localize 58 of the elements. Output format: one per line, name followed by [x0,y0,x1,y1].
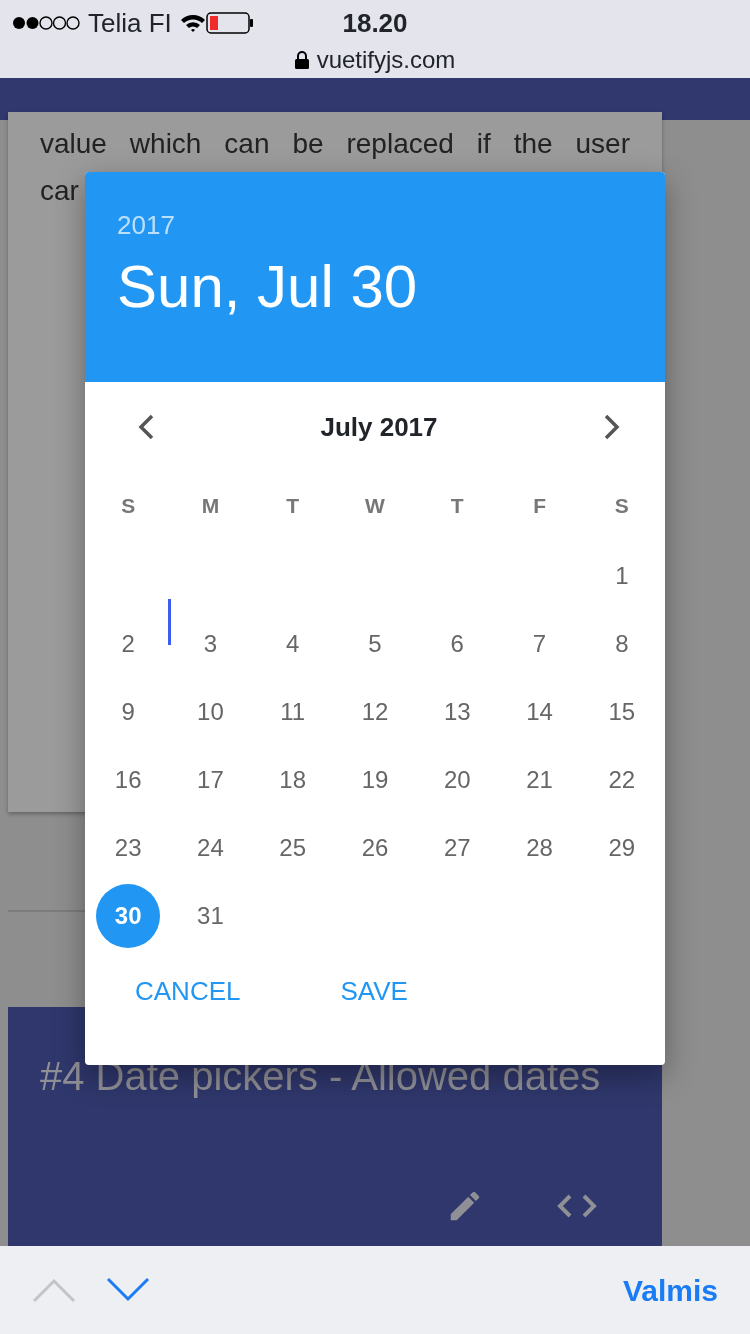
calendar-day[interactable]: 5 [343,612,407,676]
calendar-day[interactable]: 24 [178,816,243,880]
cancel-button[interactable]: CANCEL [105,962,271,1021]
selected-day[interactable]: 30 [96,884,161,948]
save-button[interactable]: SAVE [310,962,438,1021]
calendar-day[interactable]: 10 [178,680,243,744]
calendar-day[interactable]: 16 [96,748,161,812]
calendar-day[interactable]: 27 [425,816,490,880]
done-button[interactable]: Valmis [622,1267,718,1313]
calendar-day[interactable]: 1 [589,544,654,608]
previous-month-icon[interactable] [137,413,155,441]
calendar-day[interactable]: 23 [96,816,161,880]
paragraph-line: value which can be replaced if the user [40,127,630,161]
signal-icon [12,15,80,31]
next-month-icon[interactable] [603,413,621,441]
calendar-day[interactable]: 25 [260,816,325,880]
battery-icon [205,12,254,34]
code-icon[interactable] [556,1193,598,1219]
calendar-day[interactable]: 14 [507,680,572,744]
calendar-day[interactable]: 4 [260,612,325,676]
calendar-day[interactable]: 20 [425,748,490,812]
wifi-icon [179,13,206,33]
weekday-label: M [200,493,221,520]
carrier-name: Telia FI [88,6,172,40]
calendar-day[interactable]: 2 [96,612,161,676]
calendar-day[interactable]: 11 [260,680,325,744]
status-time: 18.20 [342,6,408,40]
calendar-day[interactable]: 22 [589,748,654,812]
calendar-day[interactable]: 3 [178,612,243,676]
calendar-day[interactable]: 6 [425,612,490,676]
weekday-label: T [449,493,465,520]
text-cursor [168,599,171,645]
calendar-day[interactable]: 9 [96,680,161,744]
calendar-day[interactable]: 21 [507,748,572,812]
calendar-day[interactable]: 28 [507,816,572,880]
weekday-label: F [532,493,547,520]
calendar-day[interactable]: 13 [425,680,490,744]
calendar-day[interactable]: 31 [178,884,243,948]
calendar-day[interactable]: 8 [589,612,654,676]
next-field-icon[interactable] [106,1277,150,1303]
calendar-day[interactable]: 29 [589,816,654,880]
selected-date: Sun, Jul 30 [117,252,419,322]
previous-field-icon[interactable] [32,1277,76,1303]
weekday-label: S [613,493,630,520]
calendar-day[interactable]: 7 [507,612,572,676]
calendar-day[interactable]: 17 [178,748,243,812]
lock-icon [294,51,309,69]
weekday-label: S [120,493,137,520]
month-title: July 2017 [320,410,438,444]
calendar-day[interactable]: 19 [343,748,407,812]
weekday-label: W [364,493,386,520]
calendar-day[interactable]: 18 [260,748,325,812]
url-text[interactable]: vuetifyjs.com [316,42,456,78]
calendar-day[interactable]: 26 [343,816,407,880]
weekday-label: T [285,493,301,520]
calendar-day[interactable]: 12 [343,680,407,744]
calendar-day[interactable]: 15 [589,680,654,744]
paragraph-line: car [40,175,79,206]
